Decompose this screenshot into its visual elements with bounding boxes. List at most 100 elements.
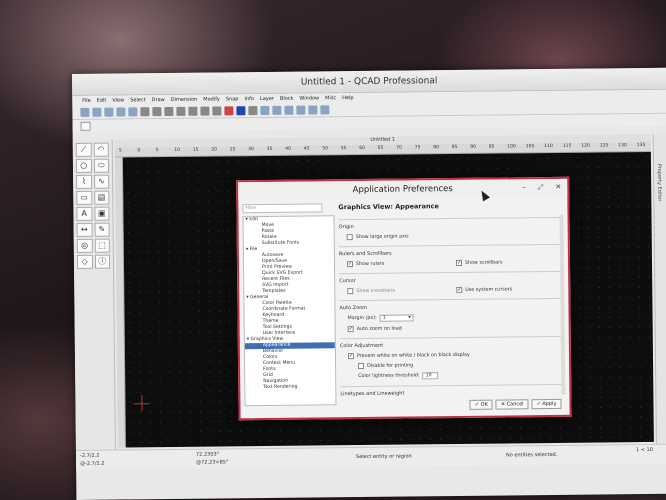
undo-icon[interactable] (164, 106, 174, 117)
select-tool-icon[interactable]: ⬚ (94, 238, 110, 253)
zoom-auto-icon[interactable] (284, 105, 294, 115)
spline-tool-icon[interactable]: ∿ (93, 174, 110, 189)
menu-item-view[interactable]: View (112, 97, 124, 103)
ruler-tick-label: 30 (248, 147, 255, 153)
apply-label: Apply (542, 400, 557, 408)
filter-input[interactable]: Filter (242, 203, 323, 214)
margin-spinbox[interactable]: 1 ▾ (379, 314, 414, 322)
property-editor-label: Property Editor (655, 163, 663, 202)
new-from-template-icon[interactable] (92, 107, 102, 117)
menu-item-modify[interactable]: Modify (203, 96, 220, 102)
snap-tool-icon[interactable]: ◎ (76, 238, 93, 253)
ruler-tick-label: 125 (599, 143, 609, 149)
dialog-title: Application Preferences (352, 184, 453, 196)
origin-marker-horizontal (133, 403, 150, 405)
ruler-tick-label: 65 (377, 145, 384, 151)
menu-item-file[interactable]: File (82, 98, 90, 104)
page-scrollbar[interactable] (559, 214, 566, 395)
image-tool-icon[interactable]: ▣ (93, 206, 110, 221)
linetype-icon[interactable] (248, 106, 258, 116)
menu-item-misc[interactable]: Misc (325, 95, 336, 101)
minimize-icon[interactable]: – (522, 183, 526, 192)
cancel-button[interactable]: ✕ Cancel (495, 399, 529, 410)
ruler-tick-label: 5 (155, 148, 159, 154)
print-icon[interactable] (140, 107, 150, 117)
show-rulers-checkbox[interactable]: ✓ (346, 261, 354, 268)
zoom-pan-icon[interactable] (320, 105, 330, 115)
menu-item-snap[interactable]: Snap (226, 96, 239, 102)
save-as-icon[interactable] (128, 107, 138, 117)
info-tool-icon[interactable]: ⓘ (94, 254, 111, 269)
preferences-dialog: Application Preferences – ⤢ ✕ Filter ▾ E… (236, 176, 572, 421)
status-coord-polar: 72.2303° (195, 451, 220, 458)
dialog-buttons: ✓ OK ✕ Cancel ✓ Apply (469, 398, 562, 410)
zoom-in-icon[interactable] (260, 105, 270, 116)
ruler-tick-label: 90 (470, 144, 477, 150)
status-selection: No entities selected. (505, 451, 558, 459)
tree-item[interactable]: Text Rendering (245, 384, 335, 391)
new-file-icon[interactable] (80, 107, 90, 117)
modify-tool-icon[interactable]: ✎ (94, 222, 110, 237)
ruler-tick-label: 25 (229, 147, 236, 153)
menu-item-draw[interactable]: Draw (152, 97, 165, 103)
zoom-out-icon[interactable] (272, 105, 282, 115)
zoom-previous-icon[interactable] (296, 105, 306, 115)
menu-item-window[interactable]: Window (299, 95, 319, 101)
use-system-cursors-checkbox[interactable]: ✓ (456, 286, 463, 293)
lightness-spinbox[interactable]: 10 (422, 372, 439, 380)
disable-printing-checkbox[interactable] (358, 362, 365, 370)
zoom-window-icon[interactable] (308, 105, 318, 115)
ruler-tick-label: 10 (174, 147, 181, 153)
section-rulers: Rulers and Scrollbars (338, 243, 564, 258)
show-large-origin-checkbox[interactable] (346, 234, 353, 241)
print-preview-icon[interactable] (152, 107, 162, 117)
preferences-tree: ▾ Edit Move Paste Rotate Substitute Fonts ▾ F… (242, 215, 337, 407)
section-color-adjustment: Color Adjustment (339, 335, 565, 350)
auto-zoom-on-load-checkbox[interactable]: ✓ (347, 326, 354, 333)
text-tool-icon[interactable]: A (76, 206, 93, 221)
copy-icon[interactable] (200, 106, 210, 116)
menu-item-dimension[interactable]: Dimension (171, 97, 198, 103)
menu-item-info[interactable]: Info (244, 96, 254, 102)
prevent-white-checkbox[interactable]: ✓ (347, 353, 355, 360)
polyline-tool-icon[interactable]: ⌇ (76, 174, 92, 189)
window-title: Untitled 1 - QCAD Professional (300, 75, 438, 88)
arc-tool-icon[interactable]: ◠ (93, 142, 109, 157)
close-icon[interactable]: ✕ (555, 183, 561, 192)
tool-options-button[interactable] (80, 121, 91, 131)
hatch-tool-icon[interactable]: ▤ (93, 190, 110, 205)
property-editor-dock[interactable]: Property Editor (652, 133, 666, 454)
circle-tool-icon[interactable]: ○ (75, 158, 92, 173)
cancel-label: Cancel (506, 401, 524, 408)
menu-item-edit[interactable]: Edit (97, 98, 107, 104)
page-title: Graphics View: Appearance (338, 202, 439, 212)
ok-button[interactable]: ✓ OK (469, 399, 493, 410)
menu-item-help[interactable]: Help (342, 95, 353, 101)
open-file-icon[interactable] (104, 107, 114, 117)
menu-item-block[interactable]: Block (280, 96, 294, 102)
ruler-tick-label: 110 (544, 143, 553, 150)
pen-icon[interactable] (224, 106, 234, 116)
maximize-icon[interactable]: ⤢ (538, 183, 544, 192)
redo-icon[interactable] (176, 106, 186, 116)
margin-label: Margin (px): (347, 315, 377, 322)
block-tool-icon[interactable]: ◇ (76, 254, 93, 269)
color-swatch-icon[interactable] (236, 106, 246, 116)
ruler-tick-label: 50 (322, 146, 329, 152)
ruler-tick-label: 135 (636, 142, 646, 149)
show-crosshairs-checkbox[interactable] (347, 288, 354, 295)
paste-icon[interactable] (212, 106, 222, 116)
dimension-tool-icon[interactable]: ↔ (76, 222, 93, 237)
menu-item-select[interactable]: Select (130, 97, 145, 103)
apply-button[interactable]: ✓ Apply (531, 398, 562, 410)
menu-item-layer[interactable]: Layer (260, 96, 274, 102)
show-scrollbars-checkbox[interactable]: ✓ (455, 259, 463, 266)
rectangle-tool-icon[interactable]: ▭ (76, 190, 92, 205)
save-icon[interactable] (116, 107, 126, 117)
cut-icon[interactable] (188, 106, 198, 116)
line-tool-icon[interactable]: ⟋ (75, 142, 92, 157)
show-large-origin-label: Show large origin axis (355, 233, 409, 240)
use-system-cursors-label: Use system cursors (465, 286, 513, 293)
ruler-tick-label: 55 (340, 146, 347, 152)
ellipse-tool-icon[interactable]: ⬭ (93, 158, 110, 173)
